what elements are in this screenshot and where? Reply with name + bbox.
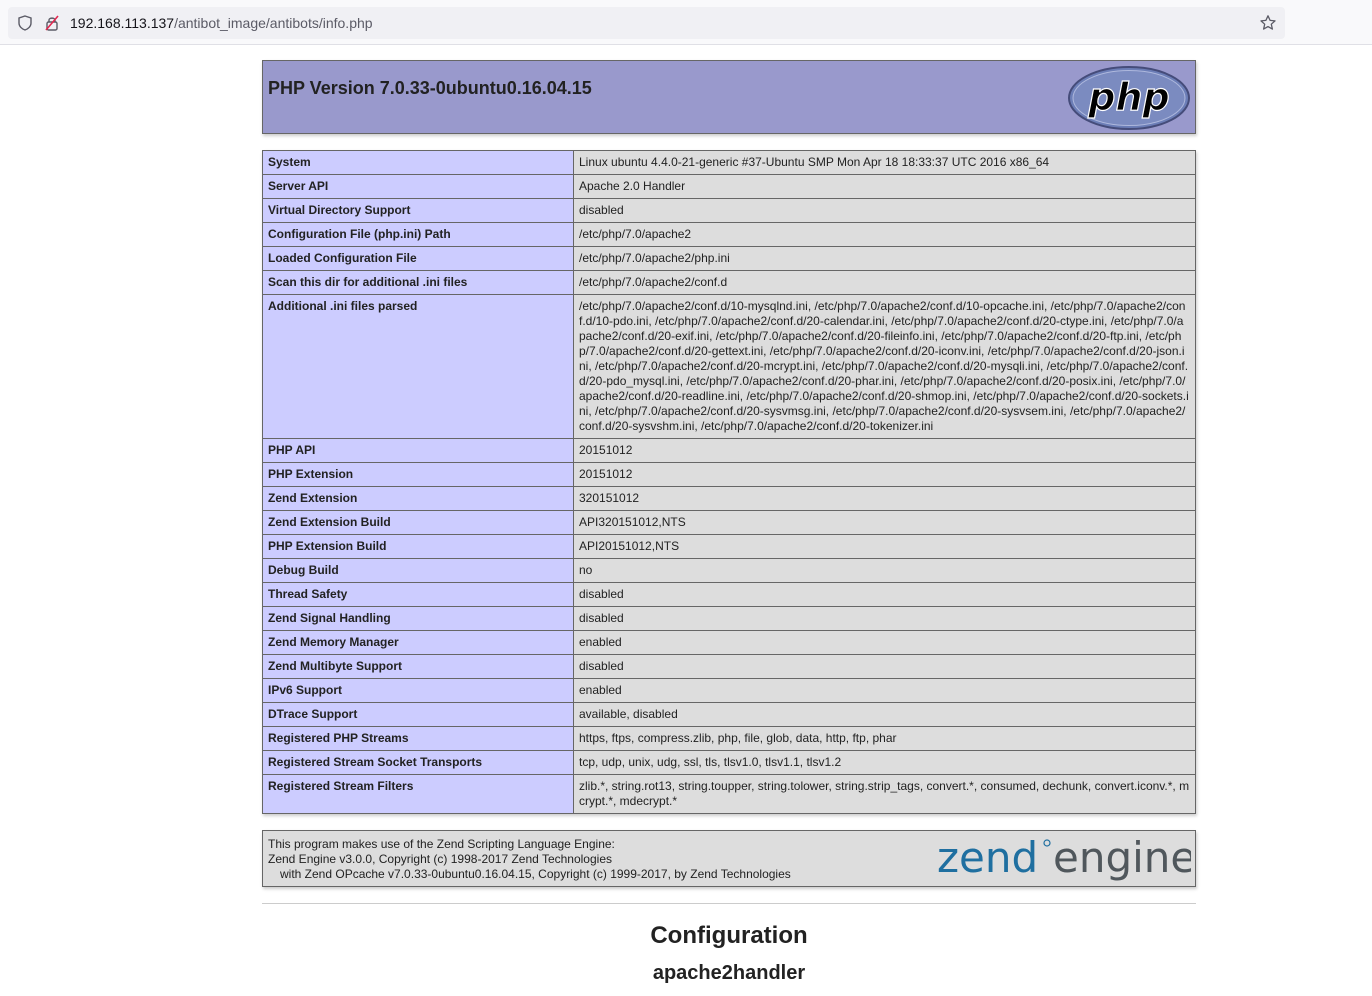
info-key: Zend Signal Handling xyxy=(262,606,574,631)
php-logo[interactable]: php xyxy=(1067,65,1191,131)
info-value: 20151012 xyxy=(573,462,1196,487)
info-key: Server API xyxy=(262,174,574,199)
url-text[interactable]: 192.168.113.137/antibot_image/antibots/i… xyxy=(70,15,373,31)
zend-line-1: This program makes use of the Zend Scrip… xyxy=(268,837,615,851)
info-key: Configuration File (php.ini) Path xyxy=(262,222,574,247)
info-value: https, ftps, compress.zlib, php, file, g… xyxy=(573,726,1196,751)
info-key: Zend Memory Manager xyxy=(262,630,574,655)
section-divider xyxy=(262,903,1196,904)
info-key: PHP API xyxy=(262,438,574,463)
info-key: System xyxy=(262,150,574,175)
info-value: disabled xyxy=(573,654,1196,679)
info-value: disabled xyxy=(573,582,1196,607)
zend-logo-word: zend xyxy=(937,834,1038,882)
bookmark-star-icon[interactable] xyxy=(1259,14,1277,32)
table-row: PHP API 20151012 xyxy=(262,438,1196,463)
table-row: Zend Signal Handling disabled xyxy=(262,606,1196,631)
browser-toolbar: 192.168.113.137/antibot_image/antibots/i… xyxy=(0,0,1372,45)
zend-engine-box: This program makes use of the Zend Scrip… xyxy=(262,830,1196,887)
url-path: /antibot_image/antibots/info.php xyxy=(174,15,373,31)
info-value: /etc/php/7.0/apache2/conf.d xyxy=(573,270,1196,295)
info-value: 20151012 xyxy=(573,438,1196,463)
info-key: Additional .ini files parsed xyxy=(262,294,574,439)
table-row: Scan this dir for additional .ini files /… xyxy=(262,270,1196,295)
info-key: Registered PHP Streams xyxy=(262,726,574,751)
info-key: DTrace Support xyxy=(262,702,574,727)
info-value: API320151012,NTS xyxy=(573,510,1196,535)
shield-icon[interactable] xyxy=(17,15,33,31)
info-value: available, disabled xyxy=(573,702,1196,727)
info-value: /etc/php/7.0/apache2/php.ini xyxy=(573,246,1196,271)
info-value: Apache 2.0 Handler xyxy=(573,174,1196,199)
info-value: disabled xyxy=(573,198,1196,223)
info-key: IPv6 Support xyxy=(262,678,574,703)
table-row: Registered Stream Socket Transports tcp, … xyxy=(262,750,1196,775)
zend-credits: This program makes use of the Zend Scrip… xyxy=(268,837,791,882)
engine-logo-word: engine xyxy=(1053,834,1191,882)
table-row: Loaded Configuration File/etc/php/7.0/ap… xyxy=(262,246,1196,271)
info-key: Registered Stream Filters xyxy=(262,774,574,814)
table-row: Zend Multibyte Support disabled xyxy=(262,654,1196,679)
info-key: Zend Multibyte Support xyxy=(262,654,574,679)
info-key: Loaded Configuration File xyxy=(262,246,574,271)
table-row: Configuration File (php.ini) Path/etc/ph… xyxy=(262,222,1196,247)
table-row: IPv6 Support enabled xyxy=(262,678,1196,703)
table-row: Zend Memory Manager enabled xyxy=(262,630,1196,655)
table-row: PHP Extension Build API20151012,NTS xyxy=(262,534,1196,559)
table-row: Virtual Directory Support disabled xyxy=(262,198,1196,223)
table-row: PHP Extension 20151012 xyxy=(262,462,1196,487)
zend-engine-logo[interactable]: zend engine xyxy=(937,834,1191,884)
zend-line-2: Zend Engine v3.0.0, Copyright (c) 1998-2… xyxy=(268,852,612,866)
configuration-heading: Configuration xyxy=(650,922,808,949)
insecure-lock-icon[interactable] xyxy=(44,15,60,31)
info-key: PHP Extension Build xyxy=(262,534,574,559)
php-logo-text: php xyxy=(1087,75,1169,119)
info-value: API20151012,NTS xyxy=(573,534,1196,559)
info-value: no xyxy=(573,558,1196,583)
info-key: Scan this dir for additional .ini files xyxy=(262,270,574,295)
registered-mark-icon xyxy=(1043,839,1051,847)
info-value: disabled xyxy=(573,606,1196,631)
info-key: Zend Extension xyxy=(262,486,574,511)
info-key: Debug Build xyxy=(262,558,574,583)
info-value: enabled xyxy=(573,678,1196,703)
info-key: Virtual Directory Support xyxy=(262,198,574,223)
info-value: /etc/php/7.0/apache2 xyxy=(573,222,1196,247)
info-key: Zend Extension Build xyxy=(262,510,574,535)
table-row: System Linux ubuntu 4.4.0-21-generic #37-… xyxy=(262,150,1196,175)
table-row: Thread Safety disabled xyxy=(262,582,1196,607)
phpinfo-content: PHP Version 7.0.33-0ubuntu0.16.04.15 php… xyxy=(262,60,1196,985)
address-bar[interactable]: 192.168.113.137/antibot_image/antibots/i… xyxy=(8,7,1285,39)
php-version-header: PHP Version 7.0.33-0ubuntu0.16.04.15 php xyxy=(262,60,1196,134)
info-table: System Linux ubuntu 4.4.0-21-generic #37-… xyxy=(262,150,1196,814)
info-key: Registered Stream Socket Transports xyxy=(262,750,574,775)
info-value: tcp, udp, unix, udg, ssl, tls, tlsv1.0, … xyxy=(573,750,1196,775)
table-row: Registered Stream Filters zlib.*, string.… xyxy=(262,774,1196,814)
table-row: Server API Apache 2.0 Handler xyxy=(262,174,1196,199)
table-row: Debug Build no xyxy=(262,558,1196,583)
info-value: /etc/php/7.0/apache2/conf.d/10-mysqlnd.i… xyxy=(573,294,1196,439)
info-value: 320151012 xyxy=(573,486,1196,511)
info-value: enabled xyxy=(573,630,1196,655)
table-row: Additional .ini files parsed/etc/php/7.0… xyxy=(262,294,1196,439)
module-heading: apache2handler xyxy=(652,962,806,984)
table-row: DTrace Support available, disabled xyxy=(262,702,1196,727)
table-row: Registered PHP Streams https, ftps, compr… xyxy=(262,726,1196,751)
info-value: zlib.*, string.rot13, string.toupper, st… xyxy=(573,774,1196,814)
url-host: 192.168.113.137 xyxy=(70,15,175,31)
php-version-title: PHP Version 7.0.33-0ubuntu0.16.04.15 xyxy=(268,78,592,98)
table-row: Zend Extension 320151012 xyxy=(262,486,1196,511)
info-value: Linux ubuntu 4.4.0-21-generic #37-Ubuntu… xyxy=(573,150,1196,175)
info-key: PHP Extension xyxy=(262,462,574,487)
table-row: Zend Extension Build API320151012,NTS xyxy=(262,510,1196,535)
zend-line-3: with Zend OPcache v7.0.33-0ubuntu0.16.04… xyxy=(280,867,791,881)
info-key: Thread Safety xyxy=(262,582,574,607)
